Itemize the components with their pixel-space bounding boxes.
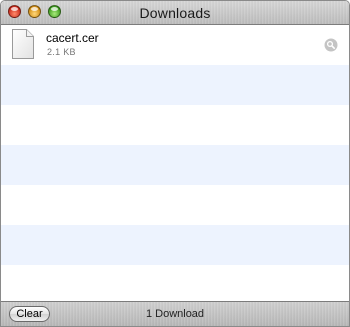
window-title: Downloads [139, 5, 211, 21]
bottom-bar: Clear 1 Download [1, 301, 349, 326]
empty-list-row [1, 185, 349, 225]
empty-list-row [1, 105, 349, 145]
downloads-window: Downloads cacert.cer 2.1 KB Clear 1 Down… [0, 0, 350, 327]
download-file-size: 2.1 KB [47, 47, 76, 57]
empty-list-row [1, 65, 349, 105]
download-item[interactable]: cacert.cer 2.1 KB [1, 25, 349, 65]
magnifier-icon[interactable] [324, 38, 338, 52]
downloads-list: cacert.cer 2.1 KB [1, 25, 349, 303]
download-count-status: 1 Download [145, 308, 205, 320]
empty-list-row [1, 225, 349, 265]
empty-list-row [1, 145, 349, 185]
empty-list-row [1, 265, 349, 305]
title-bar[interactable]: Downloads [1, 1, 349, 25]
download-file-name: cacert.cer [46, 31, 99, 45]
document-icon [12, 29, 34, 59]
